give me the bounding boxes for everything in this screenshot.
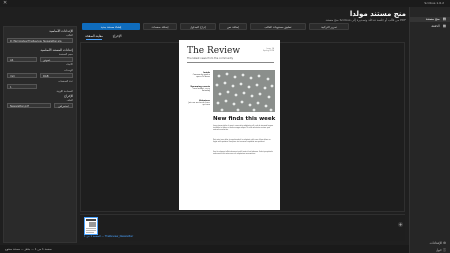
orientation-label: الاتجاه <box>66 63 73 66</box>
edit-composition-button[interactable]: تحرير التركيبة <box>309 23 349 30</box>
units-select[interactable]: mm <box>7 73 37 78</box>
doc-photo <box>213 70 275 112</box>
page-thumbnail-caption: الصفحة 1 من 1 — TheReview_Newsletter <box>84 235 134 238</box>
title-bar: ✕ Scribus 1.6.2 <box>0 0 450 7</box>
nav-item-label: منج مستند <box>425 17 440 21</box>
section-main-heading: الإعدادات الأساسية <box>49 29 73 33</box>
window-title: Scribus 1.6.2 <box>424 1 444 5</box>
pages-field[interactable]: 1 <box>7 84 37 89</box>
template-label: القالب <box>66 34 73 37</box>
page-thumbnail-graphic <box>86 219 96 233</box>
doc-sidebar-block-2: Upcoming events Local market every Satur… <box>187 86 210 92</box>
doc-headline: New finds this week <box>213 116 276 122</box>
document-page-preview[interactable]: The Review Issue 14 Spring 2024 The late… <box>179 40 280 210</box>
create-document-button[interactable]: إنشاء مستند جديد <box>82 23 140 30</box>
output-file-label: الملف <box>66 99 73 102</box>
section-doc-heading: إعدادات المستند الأساسية <box>40 48 73 52</box>
doc-meta-date: Spring 2024 <box>263 50 274 53</box>
zoom-button[interactable]: + <box>398 222 403 227</box>
nav-item-settings[interactable]: الإعدادات ⚙ <box>430 241 446 245</box>
page-title: منج مستند مولدا <box>349 10 406 18</box>
page-size-label: حجم الصفحة <box>59 53 73 56</box>
nav-item-document[interactable]: منج مستند ▤ <box>426 17 446 21</box>
nav-item-label: الإعدادات <box>429 241 443 245</box>
tab-page-preview[interactable]: معاينة الصفحة <box>82 33 106 40</box>
doc-sidebar-text: Local market every Saturday <box>192 88 210 92</box>
page-subtitle: منج مستند Scribus من قالب أو جلسة مُدخلة… <box>325 18 406 22</box>
batch-icon: ▦ <box>442 24 446 28</box>
doc-sidebar-text: Community garden opens its doors <box>192 74 210 78</box>
apply-template-layers-button[interactable]: تطبيق مستويات القالب <box>250 23 306 30</box>
browse-button[interactable]: استعراض <box>54 103 73 108</box>
doc-title: The Review <box>187 46 241 56</box>
units-label: الوحدات <box>64 69 73 72</box>
plus-icon: + <box>398 222 403 227</box>
toolbar: إنشاء مستند جديد إضافة صفحات إدراج الجدا… <box>80 23 405 31</box>
settings-panel: الإعدادات الأساسية القالب D:/Templates/T… <box>3 26 77 243</box>
template-field[interactable]: D:/Templates/TheReview_Newsletter.sla <box>7 38 73 43</box>
nav-rail: منج مستند ▤ الدُفعة ▦ الإعدادات ⚙ حول ⓘ <box>409 7 450 253</box>
nav-item-label: الدُفعة <box>431 24 440 28</box>
page-size-select[interactable]: A4 <box>7 57 37 62</box>
doc-sidebar-block-1: Inside Community garden opens its doors <box>187 72 210 78</box>
output-file-field[interactable]: Newsletter.pdf <box>7 103 51 108</box>
orientation-select[interactable]: عمودي <box>40 57 73 62</box>
color-space-select[interactable]: RGB <box>40 73 73 78</box>
add-pages-button[interactable]: إضافة صفحات <box>143 23 177 30</box>
section-output-heading: الإخراج <box>64 94 73 98</box>
add-text-button[interactable]: إضافة نص <box>219 23 247 30</box>
color-space-label: المساحة اللونية <box>56 90 73 93</box>
page-thumbnail[interactable] <box>84 217 98 235</box>
doc-meta: Issue 14 Spring 2024 <box>263 48 274 53</box>
doc-paragraph-1: Lorem ipsum dolor sit amet, consectetur … <box>213 126 274 131</box>
document-icon: ▤ <box>442 17 446 21</box>
gear-icon: ⚙ <box>443 241 446 245</box>
doc-paragraph-2: Duis aute irure dolor in reprehenderit i… <box>213 140 271 143</box>
info-icon: ⓘ <box>442 248 446 252</box>
pages-label: عدد الصفحات <box>58 80 73 83</box>
close-icon[interactable]: ✕ <box>3 0 7 6</box>
tab-strip: معاينة الصفحة الإخراج <box>80 33 405 40</box>
thumbnail-strip: الصفحة 1 من 1 — TheReview_Newsletter <box>80 214 405 241</box>
doc-photo-graphic <box>213 70 275 112</box>
nav-item-label: حول <box>435 248 442 252</box>
doc-paragraph-3: Sunt in culpa qui officia deserunt molli… <box>213 152 273 155</box>
tab-output[interactable]: الإخراج <box>108 33 126 39</box>
doc-tagline: The latest news from the community <box>187 57 234 60</box>
nav-item-about[interactable]: حول ⓘ <box>436 247 446 252</box>
status-bar: صفحة 1 من 1 — جاهز — مستند مفتوح <box>0 245 409 253</box>
doc-sidebar-text: Join our weekend clean-up team <box>188 102 210 106</box>
doc-sidebar-block-3: Volunteer Join our weekend clean-up team <box>187 100 210 106</box>
nav-item-batch[interactable]: الدُفعة ▦ <box>431 24 446 28</box>
insert-tables-button[interactable]: إدراج الجداول <box>180 23 216 30</box>
